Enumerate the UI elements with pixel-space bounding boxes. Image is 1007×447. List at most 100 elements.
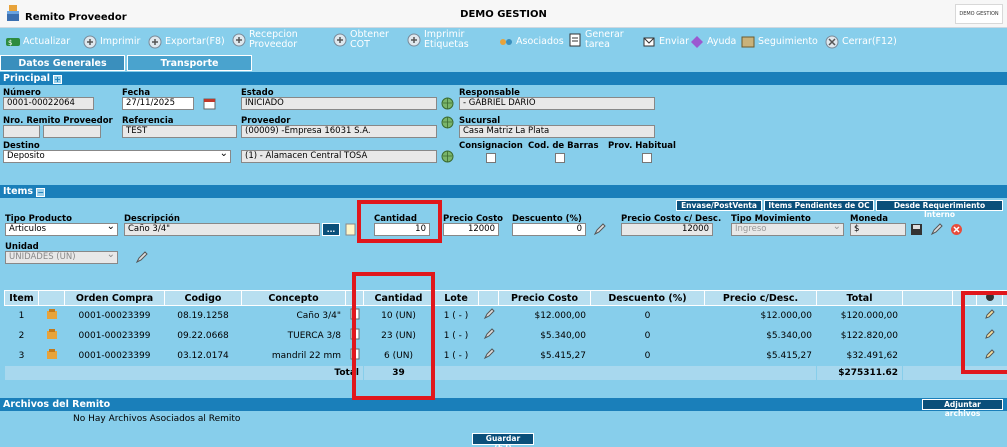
edit-icon[interactable] xyxy=(135,251,148,264)
total-monto: $275311.62 xyxy=(816,365,903,380)
table-row[interactable]: 3 0001-00023399 03.12.0174 mandril 22 mm… xyxy=(5,346,1007,366)
cell-descuento: 0 xyxy=(644,330,651,341)
col-total: Total xyxy=(816,290,903,306)
responsable-field: - GABRIEL DARIO xyxy=(459,97,655,110)
cell-concepto: mandril 22 mm xyxy=(271,350,341,361)
note-icon[interactable] xyxy=(344,223,357,236)
table-row[interactable]: 1 0001-00023399 08.19.1258 Caño 3/4" 10 … xyxy=(5,306,1007,326)
tipo-producto-select[interactable]: Articulos xyxy=(5,223,118,236)
items-pendientes-oc-button[interactable]: Items Pendientes de OC xyxy=(764,200,874,211)
archivos-section-header: Archivos del Remito xyxy=(0,398,1007,411)
fecha-field[interactable]: 27/11/2025 xyxy=(122,97,194,110)
order-box-icon[interactable] xyxy=(46,328,58,343)
cell-orden-compra: 0001-00023399 xyxy=(78,350,151,361)
obtener-cot-button[interactable]: Obtener COT xyxy=(333,30,389,50)
asociados-button[interactable]: Asociados xyxy=(499,35,564,49)
cerrar-button[interactable]: Cerrar(F12) xyxy=(825,35,897,49)
edit-lote-icon[interactable] xyxy=(483,328,495,343)
cell-item: 1 xyxy=(18,310,25,321)
col-item: Item xyxy=(4,290,39,306)
imprimir-button[interactable]: Imprimir xyxy=(83,35,140,49)
cell-lote: 1 ( - ) xyxy=(443,310,469,321)
cell-descuento: 0 xyxy=(644,350,651,361)
guardar-button[interactable]: Guardar (F2) xyxy=(472,433,534,447)
cell-lote: 1 ( - ) xyxy=(443,350,469,361)
export-icon xyxy=(148,35,162,49)
help-icon xyxy=(691,36,703,48)
order-box-icon[interactable] xyxy=(46,308,58,323)
actualizar-button[interactable]: $ Actualizar xyxy=(6,35,70,49)
exportar-button[interactable]: Exportar(F8) xyxy=(148,35,225,49)
unidad-select[interactable]: UNIDADES (UN) xyxy=(5,251,118,264)
cot-icon xyxy=(333,33,347,47)
archivos-section-label: Archivos del Remito xyxy=(3,399,111,410)
col-orden-compra: Orden Compra xyxy=(64,290,165,306)
cancel-icon[interactable] xyxy=(950,223,963,236)
recepcion-proveedor-button[interactable]: Recepcion Proveedor xyxy=(232,30,298,50)
tab-datos-generales[interactable]: Datos Generales xyxy=(0,55,125,71)
nro-remito-number-field[interactable] xyxy=(43,125,101,138)
edit-icon[interactable] xyxy=(930,223,943,236)
descripcion-search-button[interactable]: ... xyxy=(322,223,340,236)
cell-total: $32.491,62 xyxy=(846,350,898,361)
tipo-movimiento-select: Ingreso xyxy=(731,223,844,236)
cell-orden-compra: 0001-00023399 xyxy=(78,310,151,321)
edit-lote-icon[interactable] xyxy=(483,348,495,363)
table-row[interactable]: 2 0001-00023399 09.22.0668 TUERCA 3/8 23… xyxy=(5,326,1007,346)
items-section-header[interactable]: Items − xyxy=(0,185,1007,198)
precio-desc-field: 12000 xyxy=(621,223,713,236)
col-icon xyxy=(38,290,65,306)
globe-icon[interactable] xyxy=(441,116,454,129)
asociados-label: Asociados xyxy=(516,36,564,47)
consignacion-checkbox[interactable] xyxy=(486,153,496,163)
expand-icon[interactable]: + xyxy=(53,75,63,84)
prov-habitual-checkbox[interactable] xyxy=(642,153,652,163)
numero-field[interactable]: 0001-00022064 xyxy=(3,97,94,110)
nro-remito-prefix-field[interactable] xyxy=(3,125,40,138)
brand-logo: DEMO GESTION xyxy=(955,4,1003,24)
ayuda-button[interactable]: Ayuda xyxy=(690,35,736,49)
cell-lote-edit xyxy=(479,306,499,326)
order-box-icon[interactable] xyxy=(46,348,58,363)
exportar-label: Exportar(F8) xyxy=(165,36,225,47)
cell-descuento: 0 xyxy=(644,310,651,321)
precio-costo-input[interactable]: 12000 xyxy=(443,223,499,236)
descuento-input[interactable]: 0 xyxy=(512,223,586,236)
collapse-icon[interactable]: − xyxy=(36,188,46,197)
imprimir-label: Imprimir xyxy=(100,36,141,47)
desde-requerimiento-button[interactable]: Desde Requerimiento Interno xyxy=(876,200,1003,219)
toolbar: $ Actualizar Imprimir Exportar(F8) Recep… xyxy=(0,28,1007,54)
imprimir-etiquetas-button[interactable]: Imprimir Etiquetas xyxy=(407,30,469,50)
table-header-row: Item Orden Compra Codigo Concepto Cantid… xyxy=(4,290,1007,306)
globe-icon[interactable] xyxy=(441,150,454,163)
generar-tarea-button[interactable]: Generar tarea xyxy=(568,30,624,50)
globe-icon[interactable] xyxy=(441,97,454,110)
cantidad-input-highlight xyxy=(357,200,442,243)
tracking-icon xyxy=(741,36,755,48)
edit-lote-icon[interactable] xyxy=(483,308,495,323)
sucursal-field[interactable]: Casa Matriz La Plata xyxy=(459,125,655,138)
referencia-field[interactable]: TEST xyxy=(122,125,237,138)
proveedor-field[interactable]: (00009) -Empresa 16031 S.A. xyxy=(241,125,437,138)
col-blank xyxy=(902,290,953,306)
col-blank xyxy=(478,290,499,306)
imprimir-etiquetas-label: Imprimir Etiquetas xyxy=(424,29,469,50)
edit-icon[interactable] xyxy=(593,223,606,236)
cod-barras-checkbox[interactable] xyxy=(555,153,565,163)
principal-section-header[interactable]: Principal + xyxy=(0,72,1007,85)
save-icon[interactable] xyxy=(910,223,923,236)
col-concepto: Concepto xyxy=(241,290,346,306)
enviar-button[interactable]: Enviar xyxy=(642,35,689,49)
descripcion-field[interactable]: Caño 3/4" xyxy=(124,223,320,236)
cell-precio: $5.415,27 xyxy=(540,350,586,361)
seguimiento-button[interactable]: Seguimiento xyxy=(741,35,818,49)
calendar-icon[interactable] xyxy=(203,97,216,110)
envase-postventa-button[interactable]: Envase/PostVenta xyxy=(676,200,762,211)
cell-lote: 1 ( - ) xyxy=(443,330,469,341)
tab-transporte[interactable]: Transporte xyxy=(127,55,252,71)
destino-select[interactable]: Deposito xyxy=(3,150,231,163)
recepcion-label: Recepcion Proveedor xyxy=(249,29,298,50)
generar-tarea-label: Generar tarea xyxy=(585,29,624,50)
adjuntar-archivos-button[interactable]: Adjuntar archivos xyxy=(922,399,1003,418)
cell-lote-edit xyxy=(479,346,499,366)
